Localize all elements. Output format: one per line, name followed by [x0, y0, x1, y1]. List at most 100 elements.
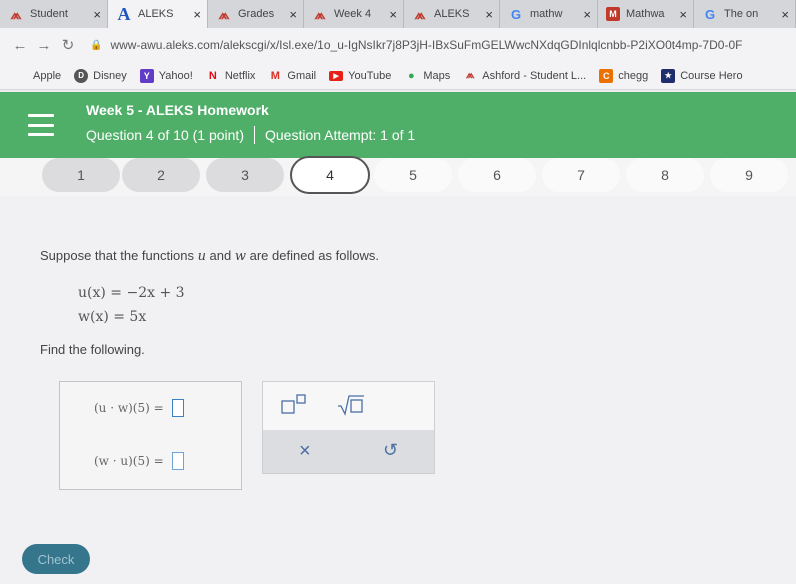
question-button-3[interactable]: 3 [206, 158, 284, 192]
close-icon[interactable]: × [93, 7, 101, 22]
toolbar-top [263, 382, 434, 430]
clear-icon[interactable]: × [299, 440, 311, 463]
answer-label-1: (u · w)(5) = [94, 401, 164, 415]
tab-title: Grades [238, 8, 275, 20]
prompt-var-w: w [234, 249, 246, 264]
bookmarks-bar: Apple D Disney Y Yahoo! N Netflix M Gmai… [0, 62, 796, 90]
function-u-definition: u(x) = −2x + 3 [78, 285, 185, 301]
answer-input-1[interactable] [171, 399, 184, 417]
check-button[interactable]: Check [22, 544, 90, 574]
answer-input-2[interactable] [171, 452, 184, 470]
close-icon[interactable]: × [679, 7, 687, 22]
question-button-7[interactable]: 7 [542, 158, 620, 192]
sqrt-icon[interactable] [337, 394, 365, 416]
close-icon[interactable]: × [193, 7, 201, 22]
google-icon: G [704, 6, 716, 22]
yahoo-icon: Y [139, 68, 154, 83]
close-icon[interactable]: × [485, 7, 493, 22]
question-button-5[interactable]: 5 [374, 158, 452, 192]
disney-icon: D [74, 68, 89, 83]
tab-grades[interactable]: ⩕ Grades × [208, 0, 304, 28]
ashford-icon: ⩕ [414, 5, 426, 22]
forward-arrow-icon[interactable]: → [32, 37, 56, 54]
tab-aleks-2[interactable]: ⩕ ALEKS × [404, 0, 500, 28]
prompt-text: are defined as follows. [246, 248, 379, 263]
prompt-text: and [205, 248, 235, 263]
bookmark-gmail[interactable]: M Gmail [268, 69, 316, 83]
bookmark-label: Course Hero [680, 69, 743, 82]
problem-prompt: Suppose that the functions u and w are d… [40, 248, 379, 264]
bookmark-apple[interactable]: Apple [14, 69, 61, 83]
coursehero-icon: ★ [661, 68, 676, 83]
tab-title: Student [30, 8, 68, 20]
google-icon: G [510, 6, 522, 22]
lock-icon: 🔒 [90, 39, 103, 51]
back-arrow-icon[interactable]: ← [8, 37, 32, 54]
maps-icon: ● [408, 69, 415, 82]
tab-aleks-active[interactable]: A ALEKS × [108, 0, 208, 28]
bookmark-label: Apple [33, 69, 62, 82]
tab-mathway-search[interactable]: G mathw × [500, 0, 598, 28]
question-number: 8 [661, 167, 669, 183]
tab-student[interactable]: ⩕ Student × [0, 0, 108, 28]
question-button-4-current[interactable]: 4 [290, 156, 370, 194]
bookmark-yahoo[interactable]: Y Yahoo! [139, 68, 193, 83]
math-toolbar: × ↺ [262, 381, 435, 474]
browser-tab-strip: ⩕ Student × A ALEKS × ⩕ Grades × ⩕ Week … [0, 0, 796, 28]
question-button-8[interactable]: 8 [626, 158, 704, 192]
close-icon[interactable]: × [781, 7, 789, 22]
bookmark-netflix[interactable]: N Netflix [206, 69, 256, 83]
question-number: 5 [409, 167, 417, 183]
url-field[interactable]: 🔒 www-awu.aleks.com/alekscgi/x/Isl.exe/1… [90, 38, 796, 52]
undo-icon[interactable]: ↺ [383, 440, 398, 461]
question-nav: 1 2 3 4 5 6 7 8 9 [0, 156, 796, 196]
reload-icon[interactable]: ↻ [56, 36, 80, 54]
question-button-9[interactable]: 9 [710, 158, 788, 192]
close-icon[interactable]: × [389, 7, 397, 22]
tab-the-one[interactable]: G The on × [694, 0, 796, 28]
tab-mathway[interactable]: M Mathwa × [598, 0, 694, 28]
answer-row-1: (u · w)(5) = [94, 399, 184, 417]
bookmark-label: Gmail [287, 69, 317, 82]
question-number: 9 [745, 167, 753, 183]
tab-title: Mathwa [626, 8, 665, 20]
superscript-icon[interactable] [281, 394, 307, 414]
question-button-2[interactable]: 2 [122, 158, 200, 192]
question-button-1[interactable]: 1 [42, 158, 120, 192]
aleks-header: Week 5 - ALEKS Homework Question 4 of 10… [0, 92, 796, 158]
attempt-counter: Question Attempt: 1 of 1 [265, 127, 416, 143]
bookmark-label: chegg [618, 69, 649, 82]
tab-week4[interactable]: ⩕ Week 4 × [304, 0, 404, 28]
netflix-icon: N [208, 69, 217, 82]
menu-icon[interactable] [28, 114, 54, 136]
mathway-icon: M [606, 7, 620, 21]
question-counter: Question 4 of 10 (1 point) [86, 127, 244, 143]
bookmark-maps[interactable]: ● Maps [404, 69, 450, 83]
question-number: 7 [577, 167, 585, 183]
youtube-icon: ▶ [329, 70, 344, 81]
close-icon[interactable]: × [583, 7, 591, 22]
close-icon[interactable]: × [289, 7, 297, 22]
bookmark-chegg[interactable]: C chegg [599, 68, 649, 83]
bookmark-label: Yahoo! [158, 69, 193, 82]
aleks-icon: A [117, 3, 131, 24]
answer-panel: (u · w)(5) = (w · u)(5) = [59, 381, 242, 490]
address-bar-row: ← → ↻ 🔒 www-awu.aleks.com/alekscgi/x/Isl… [0, 28, 796, 62]
bookmark-label: Ashford - Student L... [482, 69, 587, 82]
toolbar-bottom: × ↺ [263, 430, 434, 473]
question-button-6[interactable]: 6 [458, 158, 536, 192]
divider [254, 126, 255, 144]
find-instruction: Find the following. [40, 342, 145, 357]
url-text: www-awu.aleks.com/alekscgi/x/Isl.exe/1o_… [110, 38, 743, 52]
tab-title: ALEKS [138, 8, 174, 20]
bookmark-label: Disney [93, 69, 127, 82]
bookmark-youtube[interactable]: ▶ YouTube [329, 70, 391, 82]
question-number: 6 [493, 167, 501, 183]
question-number: 1 [77, 167, 85, 183]
function-w-definition: w(x) = 5x [78, 309, 147, 325]
bookmark-ashford[interactable]: ⩕ Ashford - Student L... [463, 69, 586, 83]
bookmark-disney[interactable]: D Disney [74, 68, 127, 83]
bookmark-coursehero[interactable]: ★ Course Hero [661, 68, 743, 83]
question-number: 3 [241, 167, 249, 183]
question-content: Suppose that the functions u and w are d… [0, 196, 796, 584]
